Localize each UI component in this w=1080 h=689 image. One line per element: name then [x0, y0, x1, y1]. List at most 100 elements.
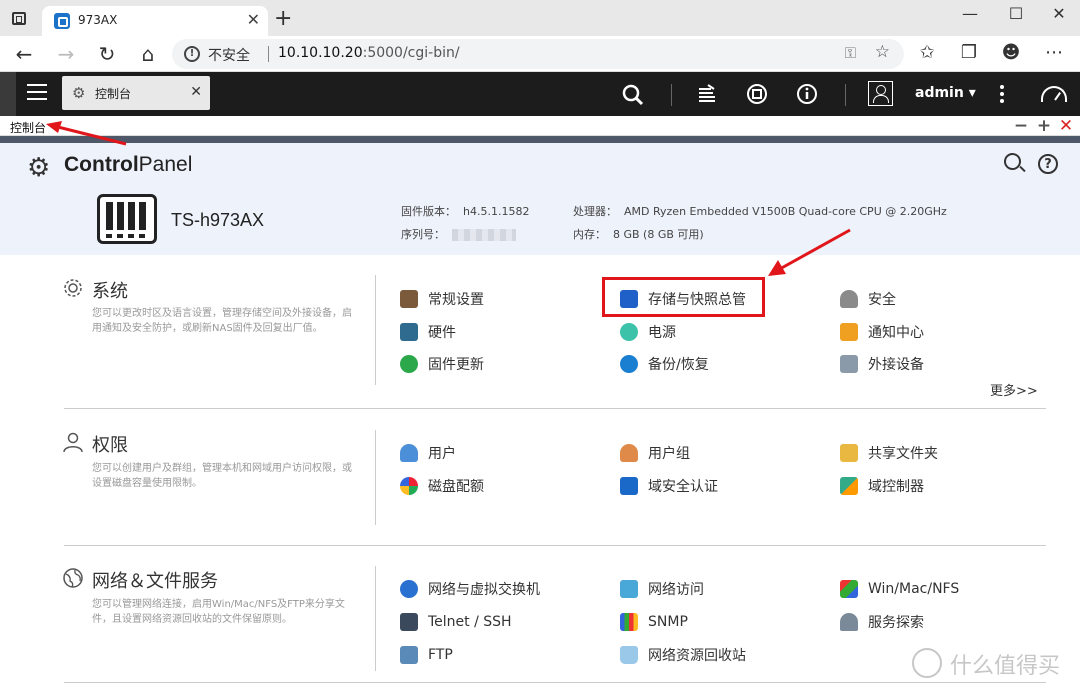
item-telnet-ssh[interactable]: Telnet / SSH	[400, 611, 512, 633]
new-tab-button[interactable]: +	[274, 6, 292, 31]
cpu-label: 处理器：	[573, 205, 617, 218]
item-label: 外接设备	[868, 357, 924, 373]
item-label: 通知中心	[868, 325, 924, 341]
back-button[interactable]: ←	[12, 42, 36, 66]
control-panel-search-icon[interactable]	[1004, 153, 1021, 170]
item-label: 磁盘配额	[428, 479, 484, 495]
maximize-window-icon[interactable]: ☐	[1004, 4, 1028, 23]
favorites-icon[interactable]: ✩	[914, 42, 940, 63]
item-notification-center[interactable]: 通知中心	[840, 321, 924, 343]
item-network-access[interactable]: 网络访问	[620, 578, 704, 600]
item-label: Win/Mac/NFS	[868, 581, 960, 597]
item-domain-controller[interactable]: 域控制器	[840, 475, 924, 497]
gear-icon: ⚙	[72, 84, 86, 102]
minimize-window-icon[interactable]: —	[958, 4, 982, 23]
privilege-user-icon	[63, 432, 83, 453]
network-section-desc: 您可以管理网络连接，启用Win/Mac/NFS及FTP来分享文件，且设置网络资源…	[92, 599, 345, 625]
window-minimize-icon[interactable]: −	[1013, 116, 1029, 136]
firmware-info: 固件版本： h4.5.1.1582	[401, 203, 529, 219]
item-snmp[interactable]: SNMP	[620, 611, 688, 633]
item-label: 硬件	[428, 325, 456, 341]
collections-icon[interactable]: ❐	[956, 42, 982, 63]
refresh-button[interactable]: ↻	[95, 42, 119, 66]
topbar-divider	[671, 84, 672, 106]
item-win-mac-nfs[interactable]: Win/Mac/NFS	[840, 578, 959, 600]
url-path: :5000/cgi-bin/	[362, 45, 460, 61]
add-favorite-icon[interactable]: ☆	[875, 42, 890, 62]
key-icon[interactable]: ⚿	[845, 44, 856, 62]
quota-pie-icon	[400, 477, 418, 495]
item-backup-restore[interactable]: 备份/恢复	[620, 353, 709, 375]
forward-button[interactable]: →	[54, 42, 78, 66]
cpu-info: 处理器： AMD Ryzen Embedded V1500B Quad-core…	[573, 203, 947, 219]
item-label: 用户	[428, 446, 456, 462]
home-button[interactable]: ⌂	[136, 42, 160, 66]
window-title-strip: 控制台 − + ✕	[0, 116, 1080, 136]
qnap-favicon-icon	[54, 13, 70, 29]
search-icon[interactable]	[622, 84, 644, 106]
address-bar-row: ← → ↻ ⌂ ! 不安全 10.10.10.20:5000/cgi-bin/ …	[0, 36, 1080, 72]
window-maximize-icon[interactable]: +	[1036, 116, 1052, 136]
dashboard-gauge-icon[interactable]	[1041, 86, 1067, 102]
window-close-icon[interactable]: ✕	[1058, 116, 1074, 136]
info-icon[interactable]	[796, 83, 818, 105]
window-menu-icon[interactable]	[12, 12, 26, 25]
external-device-icon[interactable]	[745, 82, 769, 106]
domain-controller-icon	[840, 477, 858, 495]
item-network-virtual-switch[interactable]: 网络与虚拟交换机	[400, 578, 540, 600]
item-shared-folders[interactable]: 共享文件夹	[840, 442, 938, 464]
more-menu-icon[interactable]: ⋯	[1041, 42, 1067, 63]
item-firmware-update[interactable]: 固件更新	[400, 353, 484, 375]
network-access-icon	[620, 580, 638, 598]
hardware-icon	[400, 323, 418, 341]
close-window-icon[interactable]: ✕	[1047, 4, 1071, 23]
item-hardware[interactable]: 硬件	[400, 321, 456, 343]
power-bulb-icon	[620, 323, 638, 341]
page-title-rest: Panel	[138, 153, 193, 176]
item-security[interactable]: 安全	[840, 288, 896, 310]
telnet-ssh-icon	[400, 613, 418, 631]
item-label: 备份/恢复	[648, 357, 709, 373]
item-label: 常规设置	[428, 292, 484, 308]
item-external-device[interactable]: 外接设备	[840, 353, 924, 375]
item-general-settings[interactable]: 常规设置	[400, 288, 484, 310]
item-network-recycle-bin[interactable]: 网络资源回收站	[620, 644, 746, 666]
user-menu[interactable]: admin ▾	[915, 85, 976, 101]
section-divider	[375, 566, 376, 671]
firmware-label: 固件版本：	[401, 205, 456, 218]
item-label: 服务探索	[868, 615, 924, 631]
help-icon[interactable]: ?	[1038, 154, 1058, 174]
system-section-title: 系统	[92, 281, 128, 302]
profile-icon[interactable]: ☻	[998, 42, 1024, 63]
item-user-groups[interactable]: 用户组	[620, 442, 690, 464]
url-input[interactable]: ! 不安全 10.10.10.20:5000/cgi-bin/ ⚿ ☆	[172, 39, 904, 69]
topbar-divider	[845, 84, 846, 106]
watermark-text: 什么值得买	[950, 654, 1061, 679]
qts-app-tab[interactable]: ⚙ 控制台 ✕	[62, 76, 210, 110]
win-mac-nfs-icon	[840, 580, 858, 598]
item-service-discovery[interactable]: 服务探索	[840, 611, 924, 633]
memory-info: 内存： 8 GB (8 GB 可用)	[573, 226, 704, 242]
item-label: 用户组	[648, 446, 690, 462]
system-more-link[interactable]: 更多>>	[990, 380, 1038, 399]
external-device-app-icon	[840, 355, 858, 373]
item-quota[interactable]: 磁盘配额	[400, 475, 484, 497]
insecure-label: 不安全	[208, 48, 250, 64]
background-tasks-icon[interactable]	[696, 83, 718, 105]
item-power[interactable]: 电源	[620, 321, 676, 343]
annotation-arrow-right	[768, 228, 851, 276]
item-users[interactable]: 用户	[400, 442, 456, 464]
close-tab-icon[interactable]: ✕	[247, 10, 260, 29]
main-menu-icon[interactable]	[27, 84, 47, 100]
close-app-tab-icon[interactable]: ✕	[190, 84, 202, 100]
user-avatar-icon[interactable]	[868, 81, 893, 106]
options-menu-icon[interactable]	[1000, 85, 1004, 103]
item-label: 固件更新	[428, 357, 484, 373]
browser-tab-title: 973AX	[78, 13, 118, 27]
browser-tab[interactable]: 973AX ✕	[42, 6, 268, 36]
item-label: 共享文件夹	[868, 446, 938, 462]
warning-icon: !	[184, 46, 200, 62]
section-separator	[64, 408, 1046, 409]
item-domain-security[interactable]: 域安全认证	[620, 475, 718, 497]
item-ftp[interactable]: FTP	[400, 644, 453, 666]
